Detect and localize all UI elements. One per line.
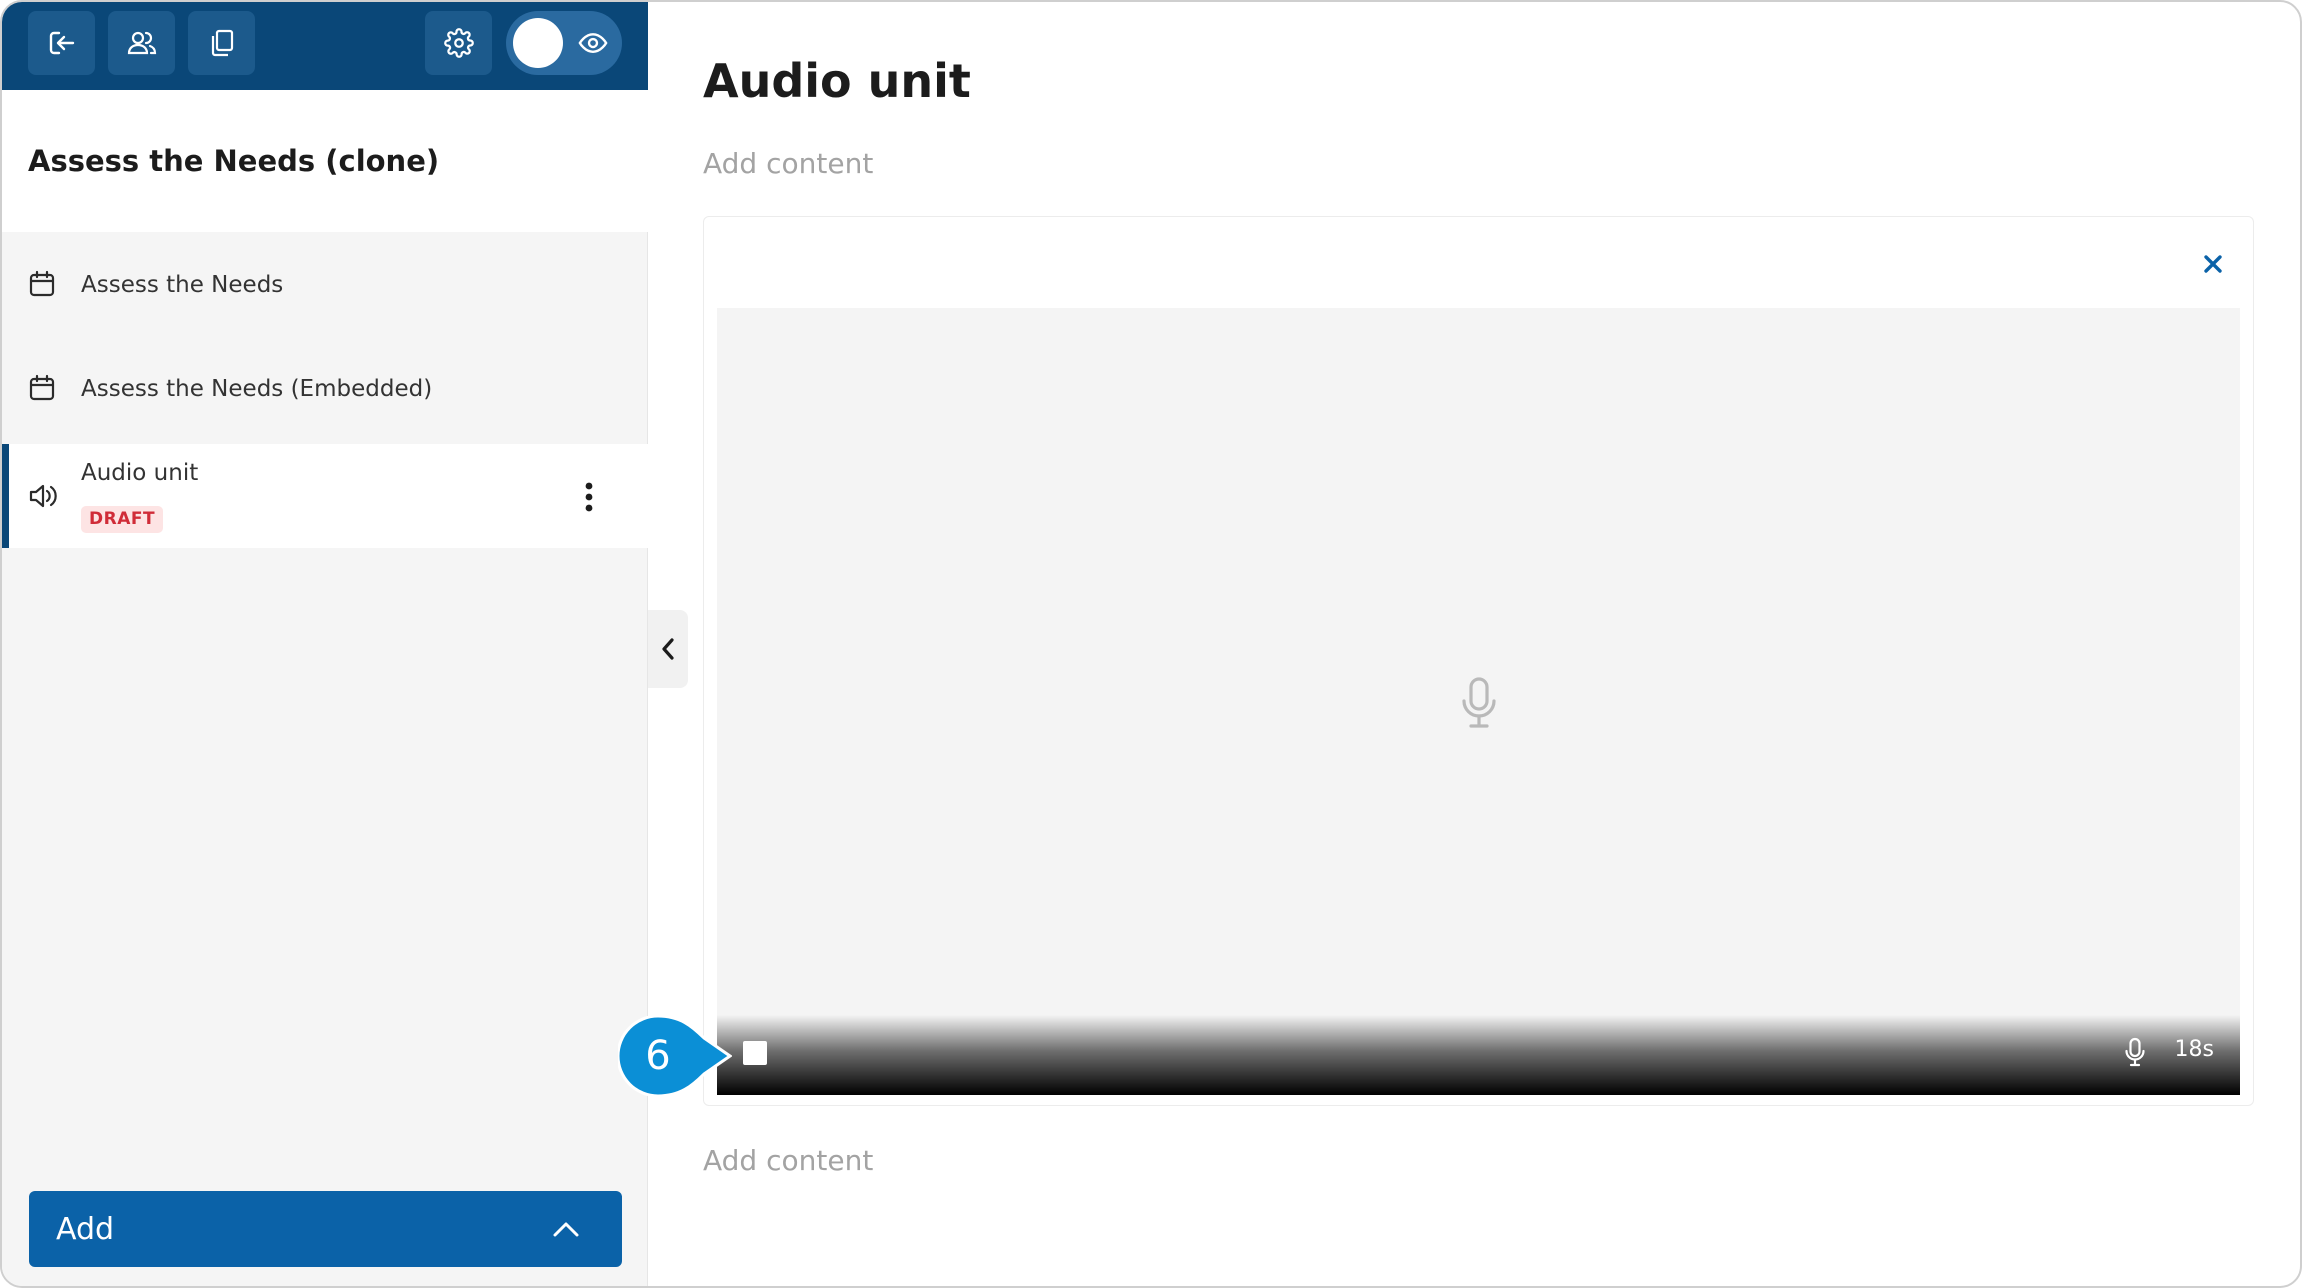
sidebar-item-audio-unit[interactable]: Audio unit DRAFT [2, 444, 648, 548]
calendar-icon [29, 270, 55, 297]
copy-button[interactable] [188, 11, 255, 75]
preview-toggle[interactable] [506, 11, 622, 75]
collapse-sidebar-button[interactable] [648, 610, 688, 688]
audio-recorder: 18s [717, 308, 2240, 1095]
sidebar-item-assess-the-needs[interactable]: Assess the Needs [2, 234, 648, 338]
step-callout: 6 [618, 1016, 732, 1096]
sidebar-item-assess-the-needs-embedded[interactable]: Assess the Needs (Embedded) [2, 338, 648, 442]
add-content-placeholder-bottom[interactable]: Add content [703, 1144, 873, 1177]
recorder-controls: 18s [717, 1015, 2240, 1095]
eye-icon [578, 33, 608, 53]
status-badge: DRAFT [81, 506, 164, 533]
close-icon [2204, 255, 2222, 273]
add-content-placeholder-top[interactable]: Add content [703, 147, 873, 180]
sidebar-item-label: Assess the Needs (Embedded) [81, 376, 433, 402]
exit-icon [49, 31, 74, 55]
add-button-label: Add [56, 1211, 115, 1247]
microphone-icon [1462, 677, 1496, 728]
settings-button[interactable] [425, 11, 492, 75]
chevron-left-icon [662, 638, 674, 660]
page-title: Audio unit [703, 54, 971, 108]
exit-button[interactable] [28, 11, 95, 75]
users-button[interactable] [108, 11, 175, 75]
copy-icon [211, 29, 233, 57]
add-button[interactable]: Add [29, 1191, 622, 1267]
calendar-icon [29, 374, 55, 401]
sidebar: Assess the Needs (clone) Assess the Need… [2, 2, 648, 1286]
stop-recording-button[interactable] [743, 1041, 767, 1065]
course-title: Assess the Needs (clone) [28, 144, 440, 178]
sidebar-item-label: Assess the Needs [81, 272, 284, 298]
gear-icon [443, 28, 474, 58]
audio-recorder-card: 18s [703, 216, 2254, 1106]
callout-number: 6 [645, 1033, 671, 1079]
chevron-up-icon [553, 1222, 579, 1237]
sidebar-toolbar [2, 2, 648, 90]
more-options-icon[interactable] [577, 480, 601, 514]
close-button[interactable] [2196, 247, 2230, 281]
speaker-icon [29, 484, 57, 508]
sidebar-item-label: Audio unit [81, 460, 199, 486]
users-icon [127, 31, 156, 55]
toggle-knob [513, 18, 563, 68]
app-window: Assess the Needs (clone) Assess the Need… [0, 0, 2302, 1288]
microphone-icon[interactable] [2124, 1037, 2146, 1067]
recording-timer: 18s [2174, 1037, 2214, 1062]
course-header: Assess the Needs (clone) [2, 90, 648, 232]
active-indicator [2, 444, 9, 548]
